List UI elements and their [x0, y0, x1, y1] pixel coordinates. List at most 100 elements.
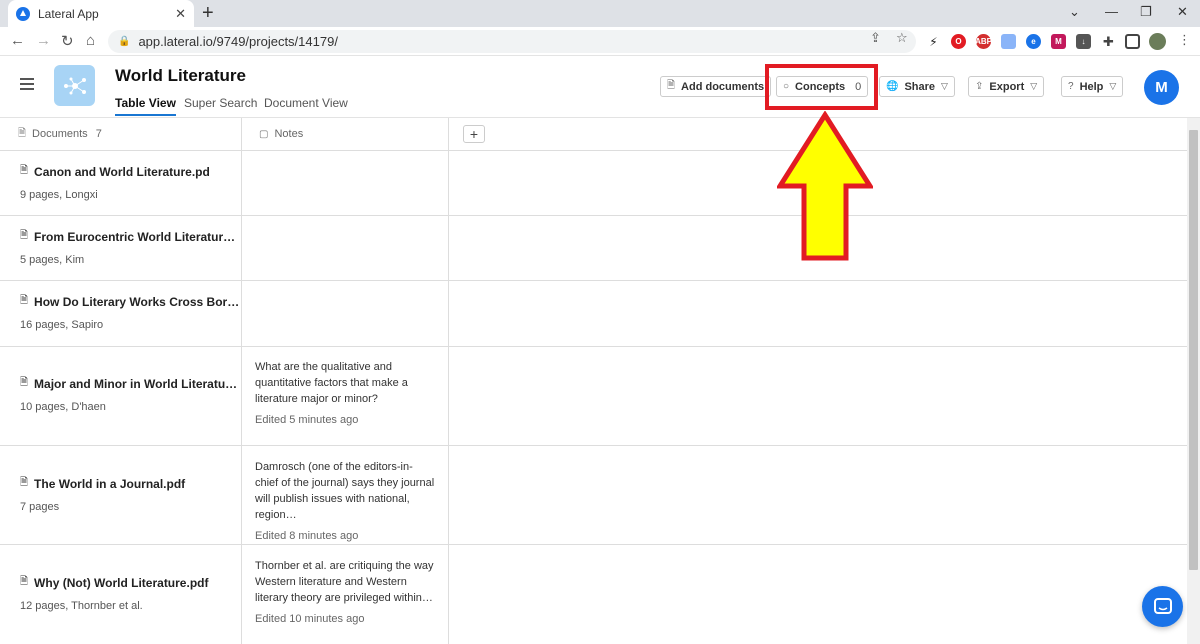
library-extension-icon[interactable]: M: [1051, 34, 1066, 49]
lateral-logo[interactable]: [54, 65, 95, 106]
chat-support-button[interactable]: [1142, 586, 1183, 627]
back-icon[interactable]: ←: [10, 32, 25, 49]
browser-tab[interactable]: Lateral App ✕: [8, 0, 194, 27]
document-cell[interactable]: 🗎 Major and Minor in World Literatu… 10 p…: [20, 375, 238, 414]
globe-icon: 🌐: [886, 81, 899, 92]
document-title: Major and Minor in World Literatu…: [34, 376, 238, 391]
export-button[interactable]: ⇪ Export ▽: [968, 76, 1045, 97]
document-meta: 5 pages, Kim: [20, 254, 85, 266]
table-row[interactable]: 🗎 From Eurocentric World Literatur… 5 pag…: [0, 216, 1187, 281]
table-row[interactable]: 🗎 How Do Literary Works Cross Bor… 16 pag…: [0, 281, 1187, 347]
notes-header-label: Notes: [274, 128, 304, 140]
document-meta: 12 pages, Thornber et al.: [20, 600, 143, 612]
bolt-extension-icon[interactable]: ⚡: [926, 34, 941, 49]
document-icon: 🗎: [20, 165, 29, 176]
question-icon: ?: [1068, 81, 1074, 92]
tab-search-icon[interactable]: ⌄: [1069, 4, 1080, 20]
close-window-icon[interactable]: ✕: [1177, 4, 1188, 20]
scrollbar-thumb[interactable]: [1189, 130, 1198, 570]
export-icon: ⇪: [975, 81, 984, 92]
minimize-icon[interactable]: —: [1105, 4, 1118, 19]
note-edited-time: Edited 8 minutes ago: [255, 530, 359, 542]
document-icon: 🗎: [20, 295, 29, 306]
documents-column-header[interactable]: 🗎 Documents 7: [0, 118, 241, 151]
note-cell[interactable]: Thornber et al. are critiquing the way W…: [255, 558, 435, 625]
document-icon: 🗎: [20, 477, 29, 488]
document-cell[interactable]: 🗎 The World in a Journal.pdf 7 pages: [20, 475, 186, 514]
document-icon: 🗎: [18, 127, 27, 139]
table-row[interactable]: 🗎 Why (Not) World Literature.pdf 12 pages…: [0, 545, 1187, 644]
document-icon: 🗎: [667, 80, 676, 91]
opera-extension-icon[interactable]: O: [951, 34, 966, 49]
tab-table-view[interactable]: Table View: [115, 96, 176, 116]
download-extension-icon[interactable]: ↓: [1076, 34, 1091, 49]
adblock-extension-icon[interactable]: ABP: [975, 34, 992, 49]
lateral-favicon-icon: [16, 6, 30, 21]
note-text: Thornber et al. are critiquing the way W…: [255, 560, 434, 604]
docs-extension-icon[interactable]: [1001, 34, 1016, 49]
chevron-down-icon: ▽: [1109, 81, 1117, 91]
table-row[interactable]: 🗎 The World in a Journal.pdf 7 pages Damr…: [0, 446, 1187, 545]
home-icon[interactable]: ⌂: [86, 32, 95, 49]
table-row[interactable]: 🗎 Major and Minor in World Literatu… 10 p…: [0, 347, 1187, 446]
document-title: From Eurocentric World Literatur…: [34, 229, 236, 244]
document-icon: 🗎: [20, 377, 29, 388]
document-icon: 🗎: [20, 576, 29, 587]
hamburger-menu-icon[interactable]: [20, 78, 34, 90]
reload-icon[interactable]: ↻: [61, 32, 74, 50]
chat-icon: [1153, 597, 1172, 614]
table-row[interactable]: 🗎 Canon and World Literature.pd 9 pages, …: [0, 151, 1187, 216]
tab-document-view[interactable]: Document View: [264, 96, 348, 110]
note-text: Damrosch (one of the editors-in-chief of…: [255, 461, 435, 521]
blue-extension-icon[interactable]: e: [1026, 34, 1041, 49]
document-cell[interactable]: 🗎 Why (Not) World Literature.pdf 12 pages…: [20, 574, 209, 613]
add-column-button[interactable]: +: [463, 125, 485, 143]
url-bar[interactable]: 🔒 app.lateral.io/9749/projects/14179/: [108, 30, 916, 53]
extensions-puzzle-icon[interactable]: ✚: [1101, 34, 1116, 49]
note-cell[interactable]: Damrosch (one of the editors-in-chief of…: [255, 459, 435, 542]
document-title: Canon and World Literature.pd: [34, 164, 210, 179]
document-meta: 7 pages: [20, 501, 60, 513]
note-edited-time: Edited 5 minutes ago: [255, 414, 359, 426]
address-bar-row: ← → ↻ ⌂ 🔒 app.lateral.io/9749/projects/1…: [0, 27, 1200, 56]
tab-super-search[interactable]: Super Search: [184, 96, 257, 110]
note-cell[interactable]: What are the qualitative and quantitativ…: [255, 359, 435, 426]
chrome-menu-icon[interactable]: ⋮: [1178, 32, 1191, 48]
help-button[interactable]: ? Help ▽: [1061, 76, 1124, 97]
tab-close-icon[interactable]: ✕: [175, 6, 186, 22]
share-label: Share: [904, 80, 936, 93]
bookmark-star-icon[interactable]: ☆: [896, 30, 908, 46]
side-panel-icon[interactable]: [1125, 34, 1140, 49]
up-arrow-annotation-icon: [777, 111, 873, 261]
url-text: app.lateral.io/9749/projects/14179/: [138, 34, 338, 49]
app-header: World Literature Table View Super Search…: [0, 56, 1200, 118]
chevron-down-icon: ▽: [1030, 81, 1038, 91]
browser-tab-strip: Lateral App ✕ + ⌄ — ❐ ✕: [0, 0, 1200, 27]
maximize-icon[interactable]: ❐: [1140, 4, 1152, 20]
share-button[interactable]: 🌐 Share ▽: [879, 76, 955, 97]
lock-icon: 🔒: [118, 36, 131, 47]
documents-count: 7: [95, 128, 102, 140]
add-documents-button[interactable]: 🗎 Add documents: [660, 76, 772, 97]
document-title: The World in a Journal.pdf: [34, 476, 186, 491]
browser-profile-avatar[interactable]: [1149, 33, 1166, 50]
share-page-icon[interactable]: ⇪: [870, 30, 881, 46]
column-divider: [241, 118, 242, 644]
user-avatar[interactable]: M: [1144, 70, 1179, 105]
document-meta: 16 pages, Sapiro: [20, 319, 104, 331]
document-icon: 🗎: [20, 230, 29, 241]
forward-icon[interactable]: →: [36, 32, 51, 49]
document-cell[interactable]: 🗎 From Eurocentric World Literatur… 5 pag…: [20, 228, 236, 267]
column-divider: [448, 118, 449, 644]
document-cell[interactable]: 🗎 How Do Literary Works Cross Bor… 16 pag…: [20, 293, 239, 332]
note-icon: ▢: [259, 128, 269, 140]
document-cell[interactable]: 🗎 Canon and World Literature.pd 9 pages, …: [20, 163, 210, 202]
vertical-scrollbar[interactable]: [1187, 118, 1200, 644]
note-edited-time: Edited 10 minutes ago: [255, 613, 365, 625]
document-meta: 9 pages, Longxi: [20, 189, 98, 201]
project-title: World Literature: [115, 66, 246, 85]
document-title: Why (Not) World Literature.pdf: [34, 575, 209, 590]
new-tab-button[interactable]: +: [202, 3, 214, 23]
documents-header-label: Documents: [32, 128, 88, 140]
notes-column-header[interactable]: ▢ Notes: [241, 118, 448, 151]
